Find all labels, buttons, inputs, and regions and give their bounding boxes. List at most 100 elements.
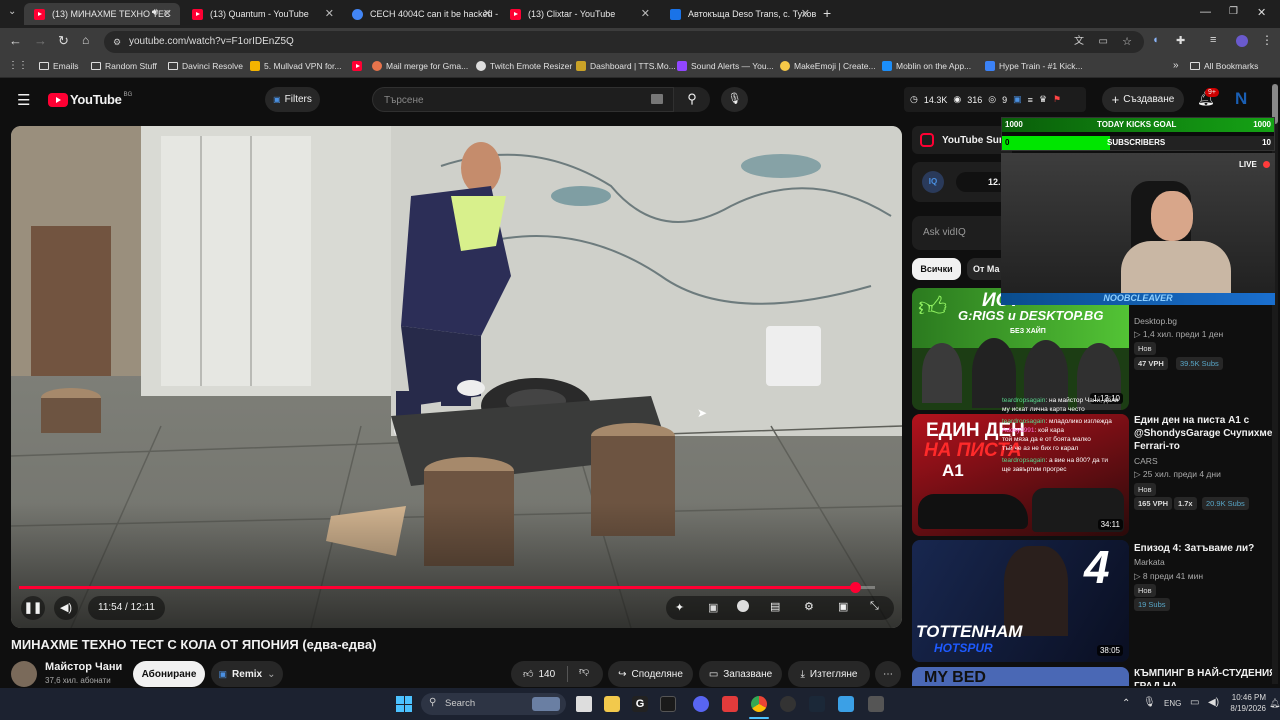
windows-start-icon[interactable] (396, 696, 412, 712)
address-bar[interactable]: ⚙ youtube.com/watch?v=F1orIDEnZ5Q 文 ▭ ☆ (104, 31, 1144, 53)
share-button[interactable]: ↪ Споделяне (608, 661, 693, 687)
volume-tray-icon[interactable]: ◀︎) (1208, 697, 1219, 708)
account-avatar[interactable]: N (1235, 89, 1247, 109)
youtube-summary-panel[interactable]: YouTube Sur (912, 126, 1012, 154)
app-red-icon[interactable] (722, 696, 738, 712)
search-button[interactable]: ⚲ (674, 87, 710, 112)
tab-4[interactable]: Автокъща Deso Trans, с. Тухов ✕ (660, 3, 818, 25)
channel-name[interactable]: Майстор Чани (45, 661, 122, 673)
youtube-logo[interactable]: YouTube BG (48, 92, 132, 107)
maximize-icon[interactable]: ❐ (1229, 6, 1238, 17)
miniplayer-icon[interactable]: ▣ (838, 600, 848, 613)
tray-mic-icon[interactable]: 🎙︎ (1143, 697, 1156, 708)
bookmark-random-stuff[interactable]: Random Stuff (91, 61, 157, 71)
reload-icon[interactable]: ↻ (58, 33, 69, 49)
bookmark-makeemoji[interactable]: MakeEmoji | Create... (780, 61, 876, 71)
filters-button[interactable]: ▣ Filters (265, 87, 320, 112)
keyboard-icon[interactable] (651, 94, 663, 104)
video-thumbnail-2[interactable]: 4 TOTTENHAM HOTSPUR 38:05 (912, 540, 1129, 662)
steam-icon[interactable] (809, 696, 825, 712)
close-tab-icon[interactable]: ✕ (641, 7, 650, 20)
home-icon[interactable]: ⌂ (82, 33, 89, 47)
close-window-icon[interactable]: ✕ (1257, 6, 1266, 19)
apps-grid-icon[interactable]: ⋮⋮ (8, 60, 28, 71)
dislike-icon[interactable]: 👎︎ (579, 665, 589, 677)
more-bookmarks-icon[interactable]: » (1173, 60, 1179, 71)
bookmark-hype-train[interactable]: Hype Train - #1 Kick... (985, 61, 1083, 71)
download-button[interactable]: ⤓ Изтегляне (788, 661, 870, 687)
video-channel[interactable]: Markata (1134, 557, 1165, 567)
back-icon[interactable]: ← (9, 33, 22, 48)
file-explorer-icon[interactable] (604, 696, 620, 712)
video-title[interactable]: КЪМПИНГ В НАЙ-СТУДЕНИЯ ГРАД НА (1134, 667, 1280, 686)
ask-vidiq-input[interactable]: Ask vidIQ (912, 216, 1002, 250)
tray-chevron-icon[interactable]: ⌃ (1122, 698, 1130, 709)
tab-2[interactable]: CECH 4004C can it be hacked - ✕ (342, 3, 500, 25)
bookmark-emails[interactable]: Emails (39, 61, 79, 71)
translate-icon[interactable]: 文 (1074, 31, 1084, 53)
discord-icon[interactable] (693, 696, 709, 712)
like-icon[interactable]: 👍︎ (523, 668, 533, 680)
all-bookmarks[interactable]: All Bookmarks (1190, 61, 1258, 71)
close-tab-icon[interactable]: ✕ (163, 7, 172, 20)
voice-search-button[interactable]: 🎙︎ (721, 87, 748, 112)
subtitles-icon[interactable]: ▤ (770, 600, 780, 613)
media-control-icon[interactable]: ≡ (1210, 34, 1216, 46)
obs-icon[interactable] (780, 696, 796, 712)
menu-kebab-icon[interactable]: ⋮ (1261, 33, 1273, 47)
app-calc-icon[interactable] (868, 696, 884, 712)
tab-3[interactable]: (13) Clixtar - YouTube ✕ (500, 3, 658, 25)
subscribe-button[interactable]: Абониране (133, 661, 205, 687)
pause-button[interactable]: ❚❚ (21, 596, 45, 620)
clock-time[interactable]: 10:46 PM (1226, 693, 1266, 702)
mute-button[interactable]: ◀︎) (54, 596, 78, 620)
profile-avatar[interactable] (1236, 35, 1248, 47)
forward-icon[interactable]: → (34, 33, 47, 48)
bookmark-tts[interactable]: Dashboard | TTS.Mo... (576, 61, 676, 71)
bookmark-mail-merge[interactable]: Mail merge for Gma... (372, 61, 468, 71)
extensions-puzzle-icon[interactable]: ✚ (1176, 34, 1185, 47)
clock-date[interactable]: 8/19/2026 (1226, 704, 1266, 713)
site-info-icon[interactable]: ⚙ (113, 31, 121, 53)
cast-icon[interactable]: ▭ (1099, 31, 1108, 53)
vidiq-player-icon[interactable]: ▣ (708, 601, 718, 614)
video-thumbnail-0[interactable]: 👍︎ ИСТ G:RIGS и DESKTOP.BG БЕЗ ХАЙП 1:13… (912, 288, 1129, 410)
progress-bar[interactable] (19, 582, 875, 593)
list-icon[interactable]: ≡ (1028, 95, 1033, 105)
new-tab-button[interactable]: + (823, 5, 831, 21)
fullscreen-icon[interactable]: ⤡ (870, 600, 879, 613)
vidiq-icon[interactable]: ▣ (1013, 94, 1022, 105)
taskbar-search[interactable]: ⚲ Search (421, 693, 566, 715)
speaker-icon[interactable]: 🔊︎ (152, 7, 158, 18)
close-tab-icon[interactable]: ✕ (483, 7, 492, 20)
bookmark-mullvad[interactable]: 5. Mullvad VPN for... (250, 61, 341, 71)
bookmark-twitch-emote[interactable]: Twitch Emote Resizer (476, 61, 572, 71)
language-indicator[interactable]: ENG (1164, 699, 1181, 708)
create-button[interactable]: + Създаване (1102, 87, 1184, 112)
alert-icon[interactable]: ⚑ (1053, 94, 1061, 105)
sparkle-ai-icon[interactable]: ✦ (675, 601, 684, 614)
channel-avatar[interactable] (11, 661, 37, 687)
bookmark-star-icon[interactable]: ☆ (1122, 31, 1132, 53)
close-tab-icon[interactable]: ✕ (325, 7, 334, 20)
minimize-icon[interactable]: — (1200, 6, 1211, 18)
remix-button[interactable]: ▣ Remix ⌄ (211, 661, 283, 687)
app-g-icon[interactable]: G (632, 696, 648, 712)
video-player[interactable]: ➤ ❚❚ ◀︎) 11:54 / 12:11 ✦ ▣ ▤ ⚙ ▣ ⤡ (11, 126, 902, 628)
app-photos-icon[interactable] (838, 696, 854, 712)
network-icon[interactable]: ▭ (1190, 697, 1199, 708)
tab-search-chevron-icon[interactable]: ⌄ (8, 6, 16, 17)
task-view-icon[interactable] (576, 696, 592, 712)
hamburger-menu-icon[interactable]: ☰ (17, 91, 30, 109)
app-terminal-icon[interactable] (660, 696, 676, 712)
search-input[interactable]: Търсене (372, 87, 674, 112)
bookmark-moblin[interactable]: Moblin on the App... (882, 61, 971, 71)
close-tab-icon[interactable]: ✕ (801, 7, 810, 20)
video-title[interactable]: Епизод 4: Затъваме ли? (1134, 542, 1280, 555)
extension-icon[interactable]: ◖ (1152, 34, 1159, 46)
video-title[interactable]: Един ден на писта A1 с @ShondysGarage Сч… (1134, 414, 1280, 453)
bookmark-youtube[interactable] (352, 61, 366, 71)
save-button[interactable]: ▭ Запазване (699, 661, 782, 687)
notification-center-icon[interactable]: 🔔︎ (1269, 698, 1280, 709)
trophy-icon[interactable]: ♛ (1039, 94, 1047, 105)
